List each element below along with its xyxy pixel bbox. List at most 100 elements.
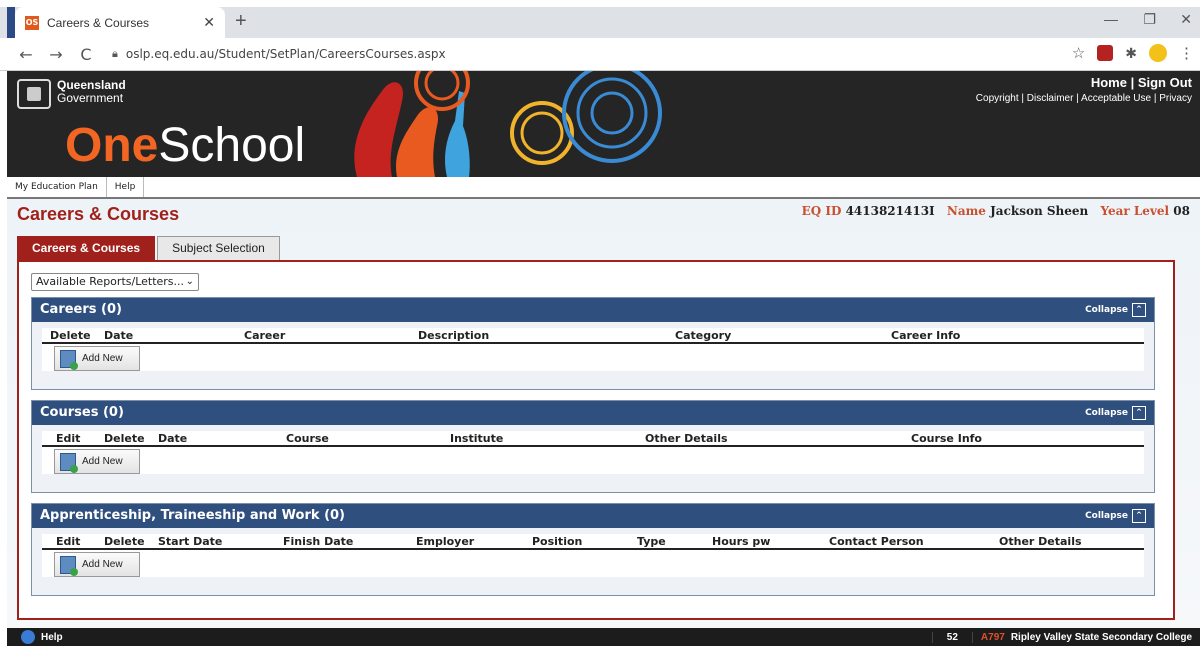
col-course-info: Course Info [911,432,982,445]
collapse-icon: ⌃ [1132,303,1146,317]
careers-add-new-button[interactable]: Add New [54,346,140,371]
page-title: Careers & Courses [17,204,180,224]
work-column-headers: Edit Delete Start Date Finish Date Emplo… [42,534,1144,550]
col-date: Date [158,432,188,445]
minimize-icon[interactable]: — [1104,11,1118,27]
main-content: Careers & Courses EQ ID 4413821413I Name… [7,199,1200,628]
collapse-label: Collapse [1085,511,1128,521]
header-banner: Queensland Government OneSchool Home | S… [7,71,1200,177]
careers-collapse-button[interactable]: Collapse ⌃ [1085,298,1146,322]
col-contact-person: Contact Person [829,535,924,548]
url-field[interactable]: 🔒︎ oslp.eq.edu.au/Student/SetPlan/Career… [112,47,446,61]
reports-dropdown[interactable]: Available Reports/Letters... ⌄ [31,273,199,291]
col-institute: Institute [450,432,504,445]
tab-panel: Available Reports/Letters... ⌄ Careers (… [17,260,1175,620]
forward-icon[interactable]: → [44,45,68,64]
tab-title: Careers & Courses [47,15,150,30]
school-code: A797 [971,631,1005,643]
collapse-label: Collapse [1085,408,1128,418]
chevron-down-icon: ⌄ [185,276,194,287]
add-new-label: Add New [82,456,123,467]
extension-icon[interactable] [1097,45,1114,61]
browser-tab[interactable]: OS Careers & Courses ✕ [15,7,225,38]
careers-header: Careers (0) Collapse ⌃ [32,298,1154,322]
col-finish-date: Finish Date [283,535,354,548]
tab-careers-courses[interactable]: Careers & Courses [17,236,156,260]
footer-links[interactable]: Copyright | Disclaimer | Acceptable Use … [976,93,1192,104]
work-section: Apprenticeship, Traineeship and Work (0)… [31,503,1155,596]
work-title: Apprenticeship, Traineeship and Work (0) [40,508,345,523]
logo-school: School [158,119,306,172]
help-button[interactable]: Help [7,630,63,644]
new-tab-icon[interactable]: + [235,11,247,31]
name-value: Jackson Sheen [990,204,1089,218]
add-new-label: Add New [82,559,123,570]
col-other-details: Other Details [999,535,1082,548]
status-count: 52 [931,631,972,643]
courses-add-new-button[interactable]: Add New [54,449,140,474]
name-label: Name [946,204,986,218]
menu-item-help[interactable]: Help [107,177,145,197]
col-delete: Delete [104,535,145,548]
col-delete: Delete [50,329,91,342]
careers-title: Careers (0) [40,302,122,317]
status-right: 52 A797 Ripley Valley State Secondary Co… [931,631,1200,643]
back-icon[interactable]: ← [14,45,38,64]
lock-icon: 🔒︎ [112,47,118,60]
careers-table: Delete Date Career Description Category … [42,328,1144,371]
address-bar: ← → C 🔒︎ oslp.eq.edu.au/Student/SetPlan/… [0,38,1200,71]
page-tabs: Careers & Courses Subject Selection [17,236,282,260]
col-hours-pw: Hours pw [712,535,771,548]
home-link[interactable]: Home [1091,75,1127,90]
window-close-icon[interactable]: ✕ [1180,11,1192,28]
add-document-icon [60,555,78,576]
col-position: Position [532,535,583,548]
col-date: Date [104,329,134,342]
student-info: EQ ID 4413821413I Name Jackson Sheen Yea… [802,204,1190,218]
courses-collapse-button[interactable]: Collapse ⌃ [1085,401,1146,425]
careers-column-headers: Delete Date Career Description Category … [42,328,1144,344]
bookmark-star-icon[interactable]: ☆ [1072,44,1085,62]
tab-close-icon[interactable]: ✕ [203,14,215,31]
col-category: Category [675,329,732,342]
work-header: Apprenticeship, Traineeship and Work (0)… [32,504,1154,528]
status-bar: Help 52 A797 Ripley Valley State Seconda… [7,628,1200,646]
top-links: Home | Sign Out [1091,75,1192,90]
reports-dropdown-value: Available Reports/Letters... [36,275,185,288]
menu-item-my-education-plan[interactable]: My Education Plan [7,177,107,197]
gov-line-2: Government [57,91,124,105]
help-label: Help [41,631,63,643]
puzzle-icon[interactable]: ✱ [1125,45,1137,62]
col-course: Course [286,432,329,445]
add-document-icon [60,349,78,370]
courses-header: Courses (0) Collapse ⌃ [32,401,1154,425]
courses-table: Edit Delete Date Course Institute Other … [42,431,1144,474]
col-type: Type [637,535,666,548]
col-employer: Employer [416,535,475,548]
year-level-label: Year Level [1100,204,1170,218]
courses-column-headers: Edit Delete Date Course Institute Other … [42,431,1144,447]
maximize-icon[interactable]: ❐ [1143,11,1156,28]
oneschool-logo: OneSchool [65,119,305,173]
work-add-new-button[interactable]: Add New [54,552,140,577]
work-collapse-button[interactable]: Collapse ⌃ [1085,504,1146,528]
tab-subject-selection[interactable]: Subject Selection [157,236,280,260]
queensland-government-logo[interactable]: Queensland Government [17,79,126,109]
school-name: Ripley Valley State Secondary College [1010,631,1192,643]
menu-dots-icon[interactable]: ⋮ [1179,44,1194,62]
add-document-icon [60,452,78,473]
decorative-artwork [354,71,662,177]
window-edge [7,7,15,38]
courses-section: Courses (0) Collapse ⌃ Edit Delete Date … [31,400,1155,493]
help-icon [21,630,35,644]
sign-out-link[interactable]: Sign Out [1138,75,1192,90]
collapse-icon: ⌃ [1132,509,1146,523]
eq-id-label: EQ ID [801,204,842,218]
col-delete: Delete [104,432,145,445]
link-separator: | [1130,75,1135,90]
profile-avatar[interactable] [1149,44,1167,62]
reload-icon[interactable]: C [74,45,98,64]
col-career: Career [244,329,286,342]
col-other-details: Other Details [645,432,728,445]
browser-tab-bar: OS Careers & Courses ✕ + — ❐ ✕ [0,0,1200,38]
